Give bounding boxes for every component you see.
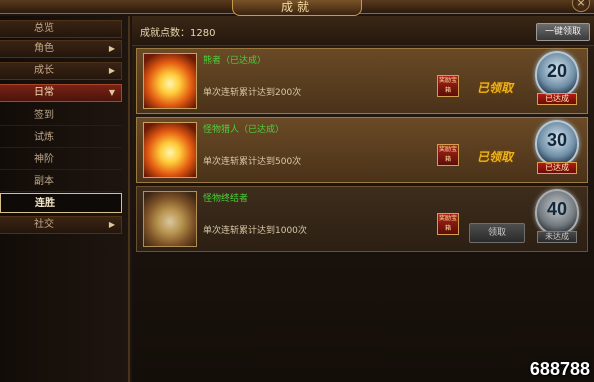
- badge-number: 20: [546, 61, 568, 81]
- achievement-title: 熊者（已达成）: [203, 56, 267, 66]
- watermark: 688788: [529, 359, 590, 379]
- sword-slash-icon: [143, 122, 197, 178]
- badge-status: 未达成: [537, 231, 577, 243]
- sidebar-subitem-signin[interactable]: 签到: [0, 106, 122, 126]
- sidebar-subitem-godrank[interactable]: 神阶: [0, 150, 122, 170]
- chevron-right-icon: ▶: [108, 66, 115, 75]
- sidebar-item-label: 角色: [34, 43, 54, 54]
- claimed-status: 已领取: [477, 81, 514, 95]
- reward-chest-icon[interactable]: 奖励宝箱: [437, 213, 459, 235]
- sword-slash-icon: [143, 53, 197, 109]
- sidebar-subitem-streak[interactable]: 连胜: [0, 193, 122, 213]
- claimed-status: 已领取: [477, 150, 514, 164]
- achievement-badge: 40 未达成: [535, 189, 579, 247]
- claim-all-button[interactable]: 一键领取: [536, 23, 590, 41]
- badge-status: 已达成: [537, 162, 577, 174]
- chevron-right-icon: ▶: [108, 44, 115, 53]
- panel-header: 成就点数：1280 一键领取: [132, 16, 594, 46]
- sidebar-item-daily[interactable]: 日常 ▼: [0, 84, 122, 102]
- claim-button[interactable]: 领取: [469, 223, 525, 243]
- sidebar-item-label: 成长: [34, 65, 54, 76]
- achievement-desc: 单次连斩累计达到500次: [203, 157, 302, 167]
- achievement-card: 熊者（已达成） 单次连斩累计达到200次 奖励宝箱 已领取 20 已达成: [136, 48, 588, 114]
- sidebar-item-social[interactable]: 社交 ▶: [0, 216, 122, 234]
- achievement-card: 怪物终结者 单次连斩累计达到1000次 奖励宝箱 领取 40 未达成: [136, 186, 588, 252]
- sword-slash-icon: [143, 191, 197, 247]
- achievement-title: 怪物终结者: [203, 194, 249, 204]
- chevron-down-icon: ▼: [108, 88, 115, 97]
- sidebar-item-label: 日常: [34, 87, 54, 98]
- badge-number: 40: [546, 199, 568, 219]
- sidebar: 总览 角色 ▶ 成长 ▶ 日常 ▼ 签到 试炼 神阶 副本 连胜 社交 ▶: [0, 16, 130, 382]
- achievement-desc: 单次连斩累计达到200次: [203, 88, 302, 98]
- sidebar-subitem-trial[interactable]: 试炼: [0, 128, 122, 148]
- achievement-points: 成就点数：1280: [140, 28, 216, 39]
- reward-chest-icon[interactable]: 奖励宝箱: [437, 75, 459, 97]
- sidebar-item-character[interactable]: 角色 ▶: [0, 40, 122, 58]
- sidebar-item-label: 社交: [34, 219, 54, 230]
- achievement-badge: 20 已达成: [535, 51, 579, 109]
- achievement-card: 怪物猎人（已达成） 单次连斩累计达到500次 奖励宝箱 已领取 30 已达成: [136, 117, 588, 183]
- badge-status: 已达成: [537, 93, 577, 105]
- achievement-panel: 成就点数：1280 一键领取 熊者（已达成） 单次连斩累计达到200次 奖励宝箱…: [132, 16, 594, 382]
- achievement-desc: 单次连斩累计达到1000次: [203, 226, 307, 236]
- sidebar-item-label: 总览: [34, 23, 54, 34]
- badge-number: 30: [546, 130, 568, 150]
- reward-chest-icon[interactable]: 奖励宝箱: [437, 144, 459, 166]
- sidebar-item-growth[interactable]: 成长 ▶: [0, 62, 122, 80]
- achievement-badge: 30 已达成: [535, 120, 579, 178]
- achievement-title: 怪物猎人（已达成）: [203, 125, 285, 135]
- sidebar-subitem-dungeon[interactable]: 副本: [0, 172, 122, 192]
- window-title: 成就: [232, 0, 362, 16]
- chevron-right-icon: ▶: [108, 220, 115, 229]
- sidebar-item-overview[interactable]: 总览: [0, 20, 122, 38]
